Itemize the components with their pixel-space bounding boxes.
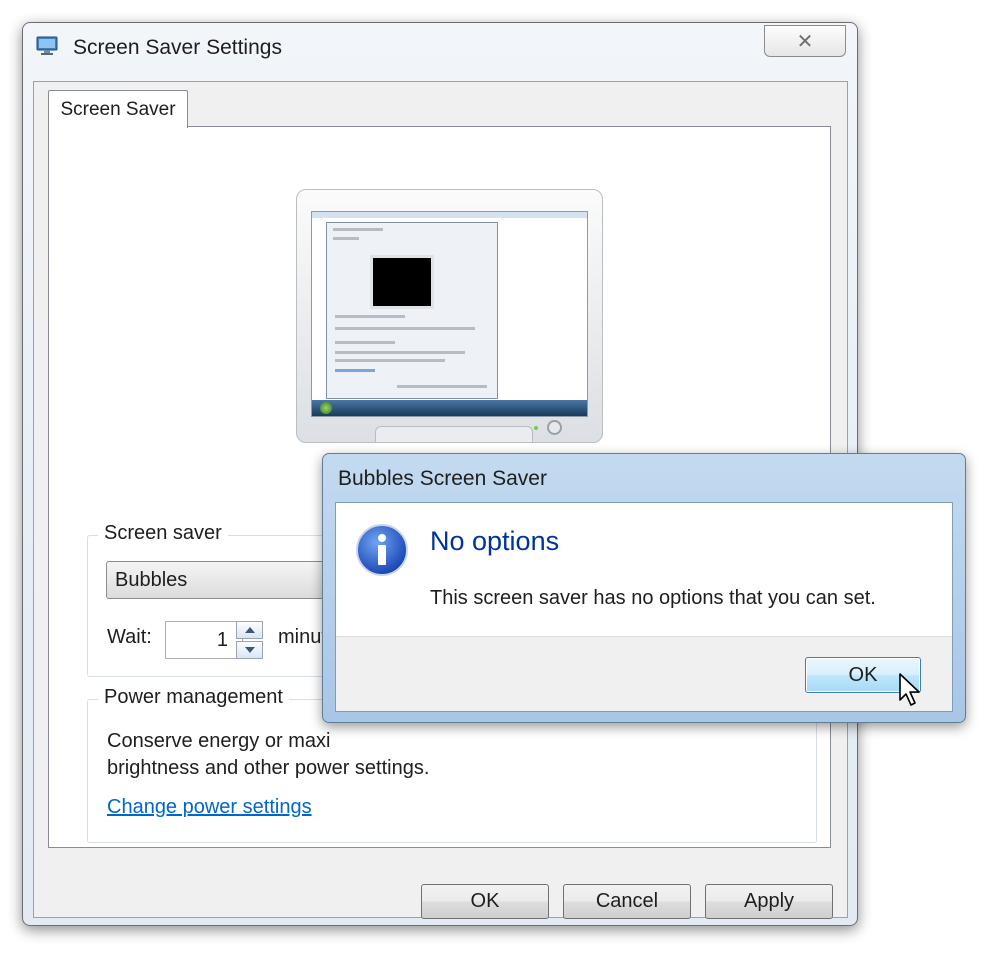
power-management-description: Conserve energy or maxi brightness and o… (107, 728, 807, 782)
power-led-icon (534, 426, 538, 430)
message-box-title: Bubbles Screen Saver (338, 467, 547, 490)
title-bar[interactable]: Screen Saver Settings ✕ (23, 23, 857, 73)
preview-line (335, 315, 405, 318)
apply-button[interactable]: Apply (705, 884, 833, 919)
preview-window-bar (312, 212, 587, 218)
message-body: This screen saver has no options that yo… (430, 587, 876, 609)
chevron-down-icon (244, 647, 255, 653)
no-options-message-box: Bubbles Screen Saver No options This scr… (322, 453, 966, 723)
preview-screen (311, 211, 588, 417)
chevron-up-icon (244, 627, 255, 633)
tab-screen-saver[interactable]: Screen Saver (48, 90, 188, 128)
preview-line (335, 369, 375, 372)
mouse-pointer-icon (899, 673, 920, 706)
close-button[interactable]: ✕ (764, 25, 846, 57)
wait-label: Wait: (107, 626, 152, 648)
screen-saver-group-label: Screen saver (98, 522, 228, 545)
wait-minutes-input[interactable]: 1 (165, 621, 243, 659)
preview-line (333, 228, 383, 231)
preview-black-screen (370, 255, 434, 309)
preview-start-orb (320, 402, 332, 414)
preview-line (333, 237, 359, 240)
power-description-line-1: Conserve energy or maxi (107, 730, 331, 752)
power-management-group-label: Power management (98, 686, 289, 709)
power-button-icon (547, 420, 562, 435)
preview-line (335, 341, 395, 344)
message-heading: No options (430, 526, 560, 556)
stepper-down-button[interactable] (236, 641, 263, 659)
close-icon: ✕ (796, 29, 814, 53)
stepper-up-button[interactable] (236, 621, 263, 639)
preview-taskbar (312, 400, 587, 416)
wait-minutes-stepper[interactable] (236, 621, 263, 659)
preview-line (335, 351, 465, 354)
preview-line (397, 385, 487, 388)
info-icon (356, 524, 408, 576)
ok-button[interactable]: OK (421, 884, 549, 919)
display-settings-icon (36, 36, 58, 55)
power-description-line-2: brightness and other power settings. (107, 757, 430, 779)
wait-unit-label: minut (278, 626, 327, 648)
window-title: Screen Saver Settings (73, 36, 282, 59)
change-power-settings-link[interactable]: Change power settings (107, 796, 312, 819)
monitor-stand-slot (375, 426, 533, 442)
preview-mini-dialog (326, 222, 498, 399)
preview-line (335, 327, 475, 330)
screen-saver-preview-monitor (296, 189, 603, 443)
preview-line (335, 359, 445, 362)
cancel-button[interactable]: Cancel (563, 884, 691, 919)
